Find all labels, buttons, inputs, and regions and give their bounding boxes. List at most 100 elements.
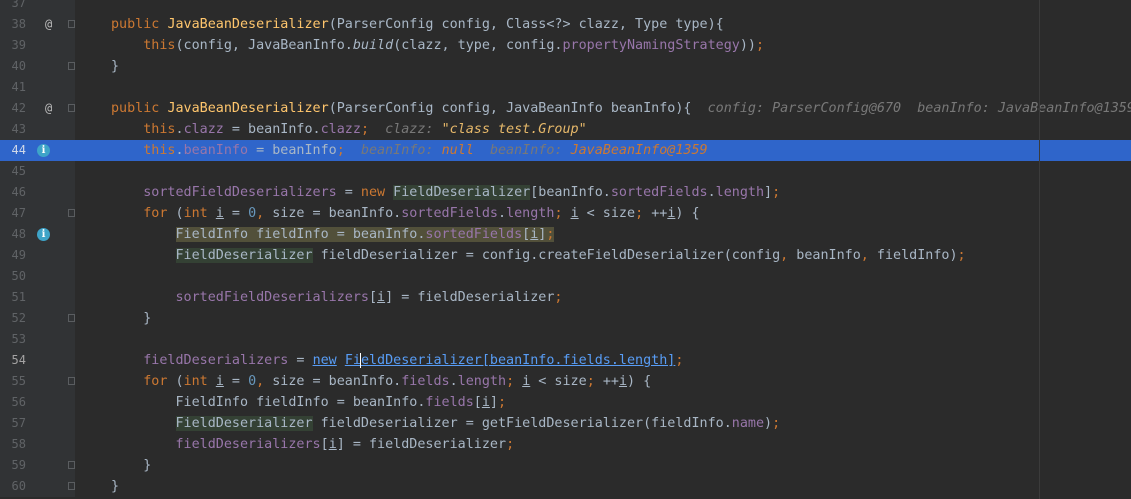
- code-line[interactable]: 46 sortedFieldDeserializers = new FieldD…: [0, 182, 1131, 203]
- code-line[interactable]: 50: [0, 266, 1131, 287]
- code-line[interactable]: 49 FieldDeserializer fieldDeserializer =…: [0, 245, 1131, 266]
- code-line[interactable]: 40}: [0, 56, 1131, 77]
- gutter[interactable]: 41: [0, 77, 75, 98]
- line-number: 59: [11, 458, 26, 472]
- gutter[interactable]: 48 i: [0, 224, 75, 245]
- code-line[interactable]: 51 sortedFieldDeserializers[i] = fieldDe…: [0, 287, 1131, 308]
- code-text[interactable]: this.clazz = beanInfo.clazz; clazz: "cla…: [111, 119, 586, 140]
- line-number: 45: [11, 164, 26, 178]
- override-annotation-icon[interactable]: @: [45, 98, 52, 119]
- code-text[interactable]: }: [111, 308, 151, 329]
- gutter[interactable]: 49: [0, 245, 75, 266]
- fold-marker-icon[interactable]: [68, 314, 75, 322]
- code-text[interactable]: FieldDeserializer fieldDeserializer = co…: [111, 245, 966, 266]
- gutter[interactable]: 37: [0, 0, 75, 14]
- code-line[interactable]: 54 fieldDeserializers = new FieldDeseria…: [0, 350, 1131, 371]
- code-line[interactable]: 56 FieldInfo fieldInfo = beanInfo.fields…: [0, 392, 1131, 413]
- gutter[interactable]: 58: [0, 434, 75, 455]
- code-text[interactable]: }: [111, 476, 119, 497]
- code-line[interactable]: 59 }: [0, 455, 1131, 476]
- fold-marker-icon[interactable]: [68, 62, 75, 70]
- code-line[interactable]: 45: [0, 161, 1131, 182]
- code-line[interactable]: 57 FieldDeserializer fieldDeserializer =…: [0, 413, 1131, 434]
- line-number: 51: [11, 290, 26, 304]
- override-annotation-icon[interactable]: @: [45, 14, 52, 35]
- code-line[interactable]: 42 @ public JavaBeanDeserializer(ParserCon…: [0, 98, 1131, 119]
- code-text[interactable]: this.beanInfo = beanInfo; beanInfo: null…: [111, 140, 707, 161]
- gutter[interactable]: 53: [0, 329, 75, 350]
- code-editor[interactable]: 37 38 @ public JavaBeanDeserializer(ParserC…: [0, 0, 1131, 497]
- gutter[interactable]: 60: [0, 476, 75, 497]
- code-line[interactable]: 55 for (int i = 0, size = beanInfo.field…: [0, 371, 1131, 392]
- fold-marker-icon[interactable]: [68, 482, 75, 490]
- line-number: 41: [11, 80, 26, 94]
- line-number: 48: [11, 227, 26, 241]
- code-line[interactable]: 47 for (int i = 0, size = beanInfo.sorte…: [0, 203, 1131, 224]
- code-line[interactable]: 58 fieldDeserializers[i] = fieldDeserial…: [0, 434, 1131, 455]
- code-line[interactable]: 44 i this.beanInfo = beanInfo; beanInfo: …: [0, 140, 1131, 161]
- fold-marker-icon[interactable]: [68, 461, 75, 469]
- gutter[interactable]: 50: [0, 266, 75, 287]
- fold-marker-icon[interactable]: [68, 104, 75, 112]
- code-line[interactable]: 37: [0, 0, 1131, 14]
- line-number: 54: [11, 353, 26, 367]
- gutter[interactable]: 51: [0, 287, 75, 308]
- code-line[interactable]: 48 i FieldInfo fieldInfo = beanInfo.sorte…: [0, 224, 1131, 245]
- code-text[interactable]: }: [111, 56, 119, 77]
- code-line[interactable]: 60}: [0, 476, 1131, 497]
- code-line[interactable]: 53: [0, 329, 1131, 350]
- line-number: 42: [11, 101, 26, 115]
- gutter[interactable]: 38 @: [0, 14, 75, 35]
- code-text[interactable]: for (int i = 0, size = beanInfo.sortedFi…: [111, 203, 699, 224]
- code-text[interactable]: sortedFieldDeserializers = new FieldDese…: [111, 182, 780, 203]
- code-line[interactable]: 52 }: [0, 308, 1131, 329]
- code-text[interactable]: public JavaBeanDeserializer(ParserConfig…: [111, 98, 1131, 119]
- code-line[interactable]: 43 this.clazz = beanInfo.clazz; clazz: "…: [0, 119, 1131, 140]
- gutter[interactable]: 55: [0, 371, 75, 392]
- code-text[interactable]: sortedFieldDeserializers[i] = fieldDeser…: [111, 287, 563, 308]
- line-number: 43: [11, 122, 26, 136]
- code-text[interactable]: fieldDeserializers = new FieldDeserializ…: [111, 350, 683, 371]
- gutter[interactable]: 54: [0, 350, 75, 371]
- right-margin-guide: [1039, 0, 1040, 499]
- gutter[interactable]: 42 @: [0, 98, 75, 119]
- code-text[interactable]: fieldDeserializers[i] = fieldDeserialize…: [111, 434, 515, 455]
- breakpoint-info-icon[interactable]: i: [37, 228, 50, 241]
- gutter[interactable]: 40: [0, 56, 75, 77]
- gutter[interactable]: 47: [0, 203, 75, 224]
- code-text[interactable]: for (int i = 0, size = beanInfo.fields.l…: [111, 371, 651, 392]
- fold-marker-icon[interactable]: [68, 377, 75, 385]
- code-text[interactable]: public JavaBeanDeserializer(ParserConfig…: [111, 14, 724, 35]
- gutter[interactable]: 56: [0, 392, 75, 413]
- line-number: 50: [11, 269, 26, 283]
- code-text[interactable]: FieldInfo fieldInfo = beanInfo.sortedFie…: [111, 224, 555, 245]
- line-number: 46: [11, 185, 26, 199]
- gutter[interactable]: 43: [0, 119, 75, 140]
- code-text[interactable]: FieldInfo fieldInfo = beanInfo.fields[i]…: [111, 392, 506, 413]
- line-number: 49: [11, 248, 26, 262]
- code-line[interactable]: 41: [0, 77, 1131, 98]
- gutter[interactable]: 59: [0, 455, 75, 476]
- line-number: 39: [11, 38, 26, 52]
- gutter[interactable]: 45: [0, 161, 75, 182]
- fold-marker-icon[interactable]: [68, 209, 75, 217]
- line-number: 56: [11, 395, 26, 409]
- line-number: 40: [11, 59, 26, 73]
- line-number: 60: [11, 479, 26, 493]
- line-number: 38: [11, 17, 26, 31]
- breakpoint-info-icon[interactable]: i: [37, 144, 50, 157]
- code-line[interactable]: 39 this(config, JavaBeanInfo.build(clazz…: [0, 35, 1131, 56]
- gutter[interactable]: 44 i: [0, 140, 75, 161]
- code-line[interactable]: 38 @ public JavaBeanDeserializer(ParserCon…: [0, 14, 1131, 35]
- code-text[interactable]: FieldDeserializer fieldDeserializer = ge…: [111, 413, 780, 434]
- gutter[interactable]: 57: [0, 413, 75, 434]
- line-number: 55: [11, 374, 26, 388]
- code-text[interactable]: this(config, JavaBeanInfo.build(clazz, t…: [111, 35, 764, 56]
- gutter[interactable]: 52: [0, 308, 75, 329]
- gutter[interactable]: 46: [0, 182, 75, 203]
- code-text[interactable]: }: [111, 455, 151, 476]
- line-number: 47: [11, 206, 26, 220]
- gutter[interactable]: 39: [0, 35, 75, 56]
- line-number: 57: [11, 416, 26, 430]
- fold-marker-icon[interactable]: [68, 20, 75, 28]
